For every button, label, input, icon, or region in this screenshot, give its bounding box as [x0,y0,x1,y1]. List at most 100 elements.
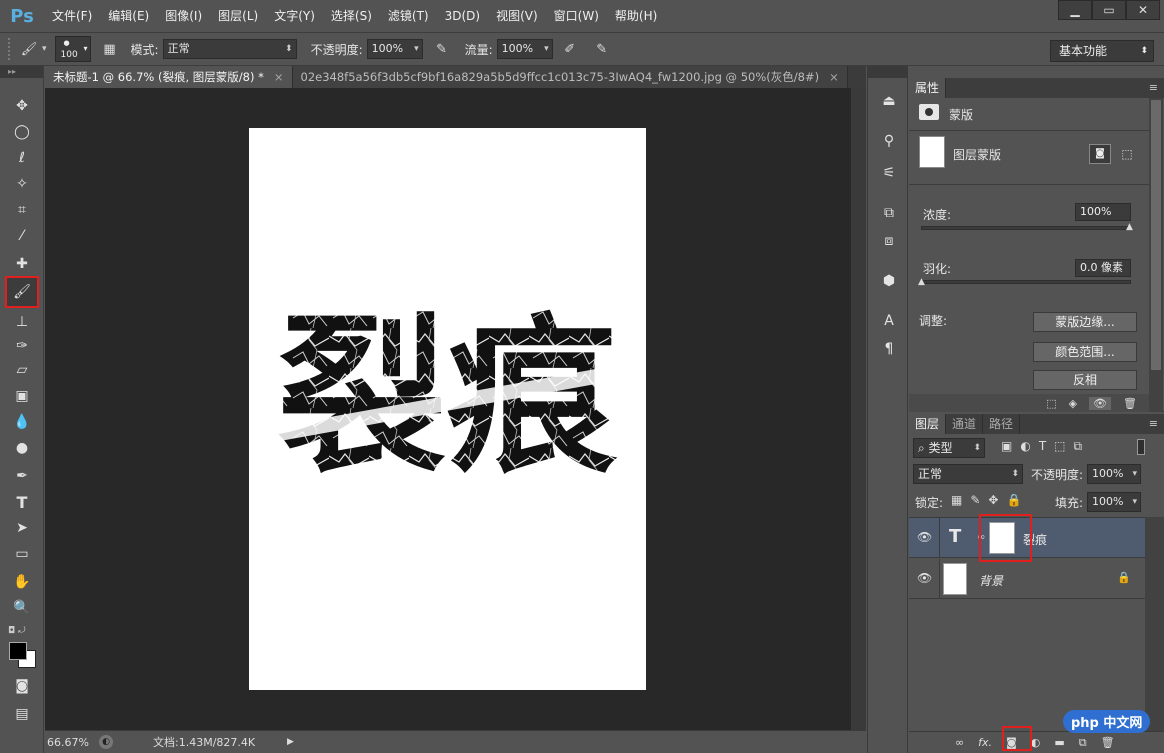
quick-select-tool-icon[interactable]: ✧ [8,172,36,196]
lock-all-icon[interactable]: 🔒 [1006,493,1021,507]
feather-slider[interactable] [921,280,1131,284]
feather-input[interactable]: 0.0 像素 [1075,259,1131,277]
opacity-input[interactable]: 100% ▾ [366,39,423,59]
clone-source-icon[interactable]: ⧉ [877,202,901,224]
menu-image[interactable]: 图像(I) [157,0,210,32]
apply-mask-icon[interactable]: ◈ [1069,397,1077,410]
menu-window[interactable]: 窗口(W) [546,0,607,32]
paragraph-panel-icon[interactable]: ¶ [877,338,901,360]
invert-button[interactable]: 反相 [1033,370,1137,390]
layer-row-background[interactable]: 👁 背景 🔒 [909,559,1145,599]
background-thumbnail[interactable] [943,563,967,595]
lock-position-icon[interactable]: ✥ [988,493,998,507]
crop-tool-icon[interactable]: ⌗ [8,198,36,222]
path-select-tool-icon[interactable]: ➤ [8,516,36,540]
panel-collapse-icon[interactable]: ▸▸ [0,66,43,78]
close-icon[interactable]: × [829,70,839,84]
zoom-level[interactable]: 66.67% [47,736,93,749]
eraser-tool-icon[interactable]: ▱ [8,358,36,382]
blend-mode-select[interactable]: 正常 ⬍ [913,464,1023,484]
pixel-filter-icon[interactable]: ▣ [1001,439,1012,454]
type-filter-icon[interactable]: T [1039,439,1046,454]
tab-channels[interactable]: 通道 [946,414,984,434]
brush-size-picker[interactable]: ● 100 ▾ [54,36,91,62]
close-icon[interactable]: ✕ [1126,0,1160,20]
menu-3d[interactable]: 3D(D) [437,0,488,32]
lock-pixels-icon[interactable]: ✎ [970,493,980,507]
panel-menu-icon[interactable]: ≡ [1149,81,1158,94]
vertical-scrollbar[interactable] [851,88,866,730]
layer-name[interactable]: 背景 [979,572,1003,589]
pressure-size-icon[interactable]: ✎ [591,38,613,60]
density-slider[interactable] [921,226,1131,230]
tab-document-1[interactable]: 未标题-1 @ 66.7% (裂痕, 图层蒙版/8) * × [45,66,293,88]
restore-icon[interactable]: ▭ [1092,0,1126,20]
layer-filter-select[interactable]: ⌕ 类型 ⬍ [913,438,985,458]
dodge-tool-icon[interactable]: ● [8,436,36,460]
menu-help[interactable]: 帮助(H) [607,0,665,32]
adjustment-filter-icon[interactable]: ◐ [1020,439,1030,454]
minimize-icon[interactable]: ▁ [1058,0,1092,20]
play-right-icon[interactable]: ▶ [287,737,294,747]
color-range-button[interactable]: 颜色范围... [1033,342,1137,362]
pressure-opacity-icon[interactable]: ✎ [431,38,453,60]
menu-edit[interactable]: 编辑(E) [100,0,157,32]
group-folder-icon[interactable]: ▬ [1054,736,1064,749]
history-brush-tool-icon[interactable]: ✑ [8,334,36,358]
workspace-select[interactable]: 基本功能 ⬍ [1050,40,1154,62]
3d-panel-icon[interactable]: ⬢ [877,270,901,292]
default-colors-icon[interactable]: ◘ ⤾ [8,626,25,636]
panel-collapse-icon[interactable] [868,66,907,78]
new-layer-icon[interactable]: ⧉ [1079,736,1087,750]
panel-menu-icon[interactable]: ≡ [1149,417,1158,430]
menu-filter[interactable]: 滤镜(T) [380,0,437,32]
mask-edge-button[interactable]: 蒙版边缘... [1033,312,1137,332]
gradient-tool-icon[interactable]: ▣ [8,384,36,408]
tab-properties[interactable]: 属性 [909,78,947,98]
eye-icon[interactable]: 👁 [917,571,932,585]
screen-mode-icon[interactable]: ▤ [8,702,36,726]
link-layers-icon[interactable]: ∞ [955,736,964,749]
airbrush-icon[interactable]: ✐ [559,38,581,60]
trash-icon[interactable]: 🗑 [1101,736,1115,749]
filter-toggle[interactable] [1137,439,1145,455]
fx-icon[interactable]: fx. [978,736,992,749]
document-canvas[interactable]: 裂痕 [249,128,646,690]
brush-panel-icon[interactable]: ▦ [99,38,121,60]
blur-tool-icon[interactable]: 💧 [8,410,36,434]
tab-layers[interactable]: 图层 [909,414,947,434]
pen-tool-icon[interactable]: ✒ [8,464,36,488]
tab-document-2[interactable]: 02e348f5a56f3db5cf9bf16a829a5b5d9ffcc1c0… [292,66,848,88]
menu-layer[interactable]: 图层(L) [210,0,266,32]
adjustment-layer-icon[interactable]: ◐ [1031,736,1041,749]
brush-settings-icon[interactable]: ⚟ [877,162,901,184]
layers-scrollbar[interactable] [1145,517,1164,731]
move-tool-icon[interactable]: ✥ [8,94,36,118]
eyedropper-tool-icon[interactable]: ⁄ [8,224,36,248]
history-panel-icon[interactable]: ⏏ [877,90,901,112]
shape-filter-icon[interactable]: ⬚ [1054,439,1065,454]
lock-transparent-icon[interactable]: ▦ [951,493,962,507]
chevron-down-icon[interactable]: ▾ [42,44,47,54]
brush-presets-icon[interactable]: ⚲ [877,130,901,152]
menu-type[interactable]: 文字(Y) [266,0,323,32]
doc-info-icon[interactable]: ◐ [99,735,113,749]
slider-thumb-icon[interactable]: ▲ [1126,222,1133,232]
load-selection-icon[interactable]: ⬚ [1046,397,1056,410]
smart-object-filter-icon[interactable]: ⧉ [1074,439,1083,454]
zoom-tool-icon[interactable]: 🔍 [8,596,36,620]
foreground-color-swatch[interactable] [9,642,27,660]
menu-view[interactable]: 视图(V) [488,0,546,32]
brush-tool-icon[interactable]: 🖌 [5,276,39,308]
eye-icon[interactable]: 👁 [917,530,932,544]
layer-opacity-input[interactable]: 100% ▾ [1087,464,1141,484]
healing-brush-tool-icon[interactable]: ✚ [8,252,36,276]
type-tool-icon[interactable]: T [8,490,36,514]
tab-paths[interactable]: 路径 [983,414,1021,434]
quick-mask-icon[interactable]: ◙ [8,674,36,698]
shape-tool-icon[interactable]: ▭ [8,542,36,566]
flow-input[interactable]: 100% ▾ [496,39,553,59]
properties-scrollbar[interactable] [1149,98,1163,412]
stamp-tool-icon[interactable]: ⊥ [8,310,36,334]
lasso-tool-icon[interactable]: ℓ [8,146,36,170]
